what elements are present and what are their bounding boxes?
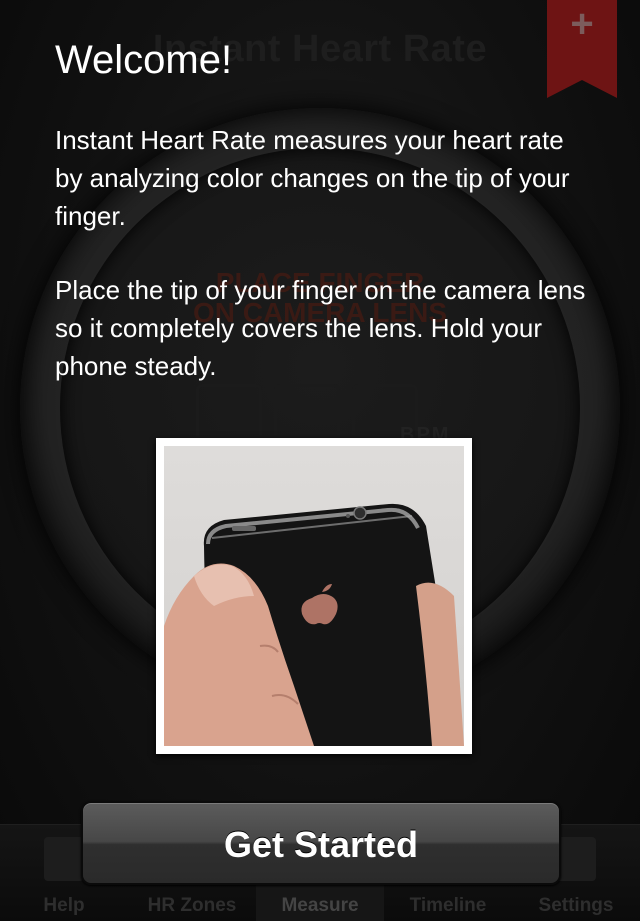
tab-label: Timeline xyxy=(409,895,487,916)
plus-icon: + xyxy=(570,2,594,46)
sliders-icon xyxy=(556,837,596,881)
intro-paragraph: Instant Heart Rate measures your heart r… xyxy=(55,125,570,231)
get-started-button[interactable]: Get Started xyxy=(81,801,561,885)
welcome-heading: Welcome! xyxy=(55,38,233,82)
photo-image xyxy=(164,446,464,746)
phone-with-finger-illustration xyxy=(164,503,464,746)
book-icon xyxy=(44,837,84,881)
instruction-paragraph: Place the tip of your finger on the came… xyxy=(55,275,586,381)
tab-label: Settings xyxy=(538,895,614,916)
tab-label: HR Zones xyxy=(147,895,237,916)
add-bookmark-button[interactable]: + xyxy=(547,0,617,98)
tab-label: Measure xyxy=(281,895,359,916)
tab-label: Help xyxy=(43,895,85,916)
finger-on-lens-photo xyxy=(156,438,472,754)
